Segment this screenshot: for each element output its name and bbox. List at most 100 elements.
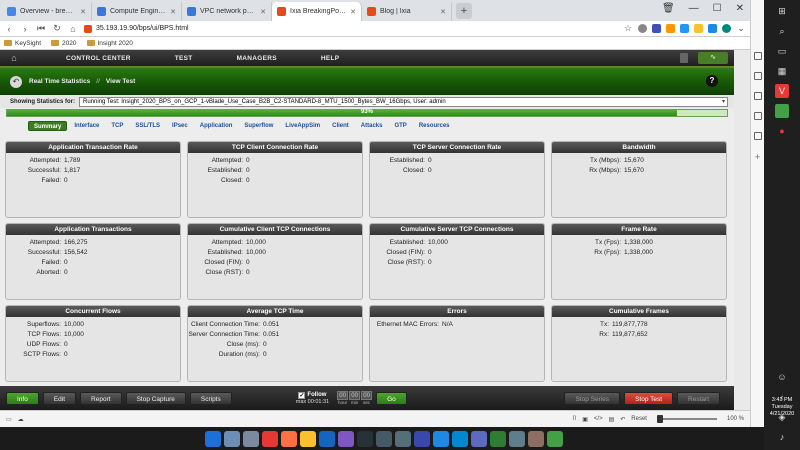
outlook-app-icon[interactable] (319, 430, 335, 447)
tab-ssl-tls[interactable]: SSL/TLS (130, 121, 165, 131)
tab-liveappsim[interactable]: LiveAppSim (280, 121, 325, 131)
tab-application[interactable]: Application (195, 121, 238, 131)
terminal-app-icon[interactable] (357, 430, 373, 447)
info-button[interactable]: Info (6, 391, 39, 405)
drive-app-icon[interactable] (224, 430, 240, 447)
windows-start-icon[interactable]: ⊞ (775, 4, 789, 18)
breadcrumb-section[interactable]: Real Time Statistics (29, 78, 90, 85)
close-icon[interactable]: ✕ (170, 8, 176, 16)
home-icon[interactable]: ⌂ (6, 52, 22, 64)
grid-app-icon[interactable] (471, 430, 487, 447)
close-icon[interactable]: ✕ (350, 8, 356, 16)
close-icon[interactable]: ✕ (260, 8, 266, 16)
download-panel-icon[interactable] (753, 72, 762, 80)
tab-client[interactable]: Client (327, 121, 354, 131)
vivaldi-icon[interactable]: V (775, 84, 789, 98)
trash-icon[interactable]: 🗑 (662, 3, 675, 14)
zoom-slider-knob[interactable] (656, 415, 663, 423)
stop-series-button[interactable]: Stop Series (564, 391, 621, 405)
extension-icon[interactable] (694, 24, 703, 33)
bookmark-folder[interactable]: Insight 2020 (86, 40, 133, 47)
new-tab-button[interactable]: + (456, 3, 472, 19)
edit-button[interactable]: Edit (42, 391, 77, 405)
close-window-icon[interactable]: ✕ (736, 3, 744, 14)
folder-app-icon[interactable] (205, 430, 221, 447)
help-icon[interactable]: ? (706, 75, 718, 87)
display-app-icon[interactable] (376, 430, 392, 447)
globe-app-icon[interactable] (490, 430, 506, 447)
menu-help[interactable]: HELP (299, 55, 362, 62)
browser-tab[interactable]: Compute Engine - ixvm - ✕ (92, 2, 182, 21)
person-icon[interactable]: ☺ (775, 370, 789, 384)
minute-field[interactable]: 00 (349, 391, 361, 400)
stop-test-button[interactable]: Stop Test (624, 391, 674, 405)
task-view-icon[interactable]: ▭ (775, 44, 789, 58)
box-app-icon[interactable] (452, 430, 468, 447)
panel-toggle-icon[interactable] (680, 53, 688, 63)
close-icon[interactable]: ✕ (80, 8, 86, 16)
browser-tab[interactable]: VPC network peering - VP ✕ (182, 2, 272, 21)
tab-superflow[interactable]: Superflow (239, 121, 278, 131)
code-icon[interactable]: </> (594, 416, 603, 422)
second-field[interactable]: 00 (361, 391, 373, 400)
bookmark-panel-icon[interactable] (753, 52, 762, 60)
chrome-app-icon[interactable] (300, 430, 316, 447)
history-icon[interactable]: ⏮ (36, 23, 46, 34)
sidebar-toggle-icon[interactable]: ▭ (6, 416, 12, 423)
undo-icon[interactable]: ↶ (620, 416, 625, 423)
filmstrip-icon[interactable]: ▦ (775, 64, 789, 78)
bookmark-icon[interactable]: ☆ (623, 23, 633, 34)
network-drive-app-icon[interactable] (395, 430, 411, 447)
tab-resources[interactable]: Resources (414, 121, 455, 131)
tab-ipsec[interactable]: IPsec (167, 121, 193, 131)
home-icon[interactable]: ⌂ (68, 24, 78, 34)
extension-icon[interactable] (680, 24, 689, 33)
menu-test[interactable]: TEST (153, 55, 215, 62)
tab-interface[interactable]: Interface (69, 121, 104, 131)
app-icon[interactable] (775, 104, 789, 118)
scripts-button[interactable]: Scripts (189, 391, 232, 405)
window-panel-icon[interactable] (753, 132, 762, 140)
reload-icon[interactable]: ↻ (52, 23, 62, 34)
bookmark-folder[interactable]: 2020 (51, 40, 77, 47)
extension-icon[interactable] (708, 24, 717, 33)
notes-panel-icon[interactable] (753, 112, 762, 120)
zoom-reset-label[interactable]: Reset (631, 416, 647, 422)
browser-tab[interactable]: Blog | Ixia ✕ (362, 2, 452, 21)
tab-attacks[interactable]: Attacks (356, 121, 388, 131)
tab-gtp[interactable]: GTP (389, 121, 411, 131)
stop-capture-button[interactable]: Stop Capture (125, 391, 186, 405)
hour-field[interactable]: 00 (337, 391, 349, 400)
forward-icon[interactable]: › (20, 24, 30, 34)
cloud-icon[interactable]: ☁ (18, 416, 24, 423)
package-app-icon[interactable] (528, 430, 544, 447)
tab-tcp[interactable]: TCP (106, 121, 128, 131)
circle-app-icon[interactable] (338, 430, 354, 447)
extension-icon[interactable] (652, 24, 661, 33)
menu-control-center[interactable]: CONTROL CENTER (44, 55, 153, 62)
zoom-slider[interactable] (656, 415, 717, 423)
record-icon[interactable]: ● (775, 124, 789, 138)
maximize-icon[interactable]: ☐ (713, 3, 722, 14)
statistics-select[interactable]: Running Test: Insight_2020_BPS_on_GCP_1-… (79, 96, 728, 107)
minimize-icon[interactable]: — (689, 3, 699, 14)
search-icon[interactable]: ⌕ (775, 24, 789, 38)
browser-tab[interactable]: Overview - breaking... - Dr ✕ (2, 2, 92, 21)
window-icon[interactable]: ▣ (582, 416, 588, 423)
back-arrow-icon[interactable]: ↶ (10, 75, 22, 88)
add-panel-icon[interactable]: + (755, 152, 760, 162)
follow-checkbox[interactable]: ✓ (298, 391, 306, 399)
browser-tab-active[interactable]: Ixia BreakingPoint - 35.19:✕ (272, 2, 362, 21)
cube-app-icon[interactable] (509, 430, 525, 447)
restart-button[interactable]: Restart (677, 391, 720, 405)
url-field[interactable]: 35.193.19.90/bps/ui/BPS.html (84, 22, 617, 35)
chevron-down-icon[interactable]: ⌄ (736, 23, 746, 34)
tab-summary[interactable]: Summary (28, 121, 68, 131)
computer-app-icon[interactable] (414, 430, 430, 447)
profile-icon[interactable] (638, 24, 647, 33)
back-icon[interactable]: ‹ (4, 24, 14, 34)
image-icon[interactable]: ▤ (609, 416, 615, 423)
menu-managers[interactable]: MANAGERS (215, 55, 299, 62)
network-app-icon[interactable] (243, 430, 259, 447)
report-button[interactable]: Report (80, 391, 122, 405)
